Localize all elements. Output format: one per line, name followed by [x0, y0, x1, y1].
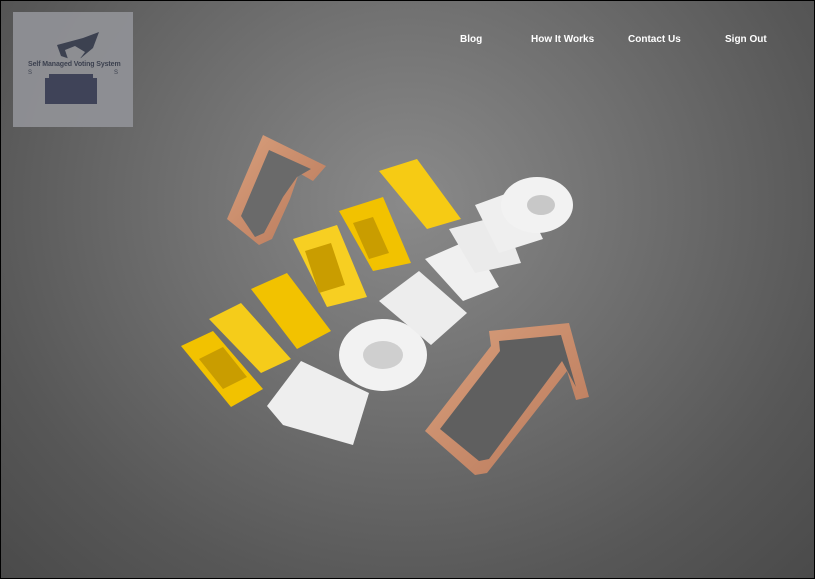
logo-initial-right: S	[114, 70, 119, 76]
logo-initial-left: S	[28, 70, 33, 76]
nav-contact-us-link[interactable]: Contact Us	[628, 34, 681, 45]
nav-sign-out-link[interactable]: Sign Out	[725, 34, 767, 45]
page: Self Managed Voting System S S Blog How …	[1, 1, 814, 578]
copper-arrow-bottom	[425, 323, 589, 475]
logo-title: Self Managed Voting System	[28, 61, 121, 68]
copper-arrow-top	[227, 135, 326, 245]
nav-blog-link[interactable]: Blog	[460, 34, 482, 45]
site-logo[interactable]: Self Managed Voting System S S	[13, 12, 133, 127]
top-nav: Blog How It Works Contact Us Sign Out	[1, 34, 814, 50]
nav-how-it-works-link[interactable]: How It Works	[531, 34, 594, 45]
